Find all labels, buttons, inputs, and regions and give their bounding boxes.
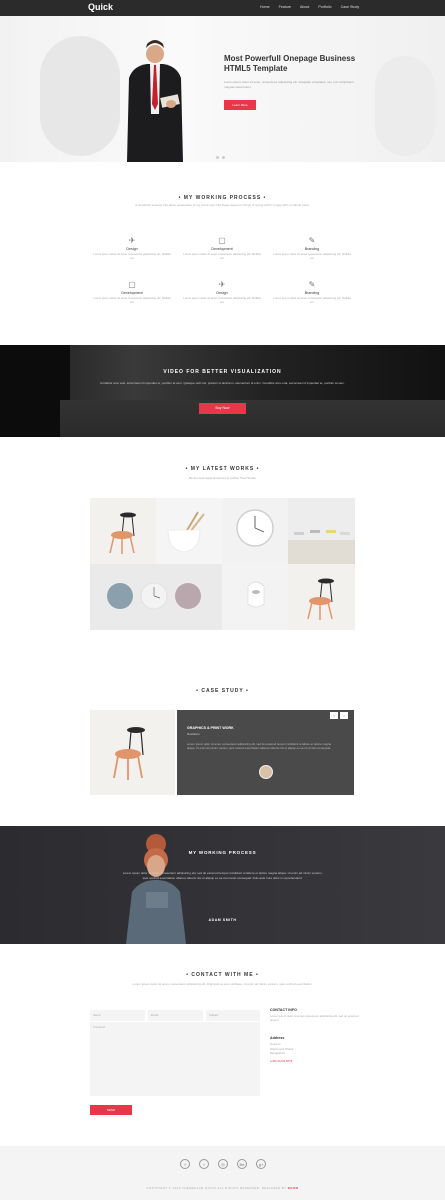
process-item-title: Branding bbox=[304, 291, 320, 295]
case-study-text: Lorem ipsum dolor sit amet, consectetur … bbox=[187, 742, 331, 751]
works-section-title: • MY LATEST WORKS • bbox=[185, 466, 260, 472]
portfolio-item[interactable] bbox=[288, 498, 355, 564]
testimonial-text: Lorem ipsum dolor sit amet, consectetur … bbox=[122, 871, 323, 880]
prev-arrow-icon[interactable]: ‹ bbox=[330, 712, 338, 719]
portfolio-item[interactable] bbox=[222, 564, 288, 630]
process-item: ✎ Branding Lorem ipsum dolor sit amet co… bbox=[272, 236, 352, 260]
case-study-card: ‹ › GRAPHICS & PRINT WORK Illustration L… bbox=[177, 710, 354, 795]
nav-item-home[interactable]: Home bbox=[260, 5, 270, 9]
twitter-icon[interactable]: t bbox=[199, 1159, 209, 1169]
portfolio-item[interactable] bbox=[90, 564, 222, 630]
dribbble-icon[interactable]: ◎ bbox=[218, 1159, 228, 1169]
next-arrow-icon[interactable]: › bbox=[340, 712, 348, 719]
hero-title: Most Powerfull Onepage Business HTML5 Te… bbox=[224, 54, 356, 73]
process-item-title: Branding bbox=[304, 247, 320, 251]
portfolio-item[interactable] bbox=[288, 564, 355, 630]
document-icon: ▢ bbox=[218, 236, 226, 245]
portfolio-item[interactable] bbox=[90, 498, 156, 564]
name-field[interactable]: Name bbox=[90, 1010, 145, 1021]
case-study-image bbox=[90, 710, 175, 795]
process-item: ▢ Development Lorem ipsum dolor sit amet… bbox=[92, 280, 172, 304]
process-item: ✎ Branding Lorem ipsum dolor sit amet co… bbox=[272, 280, 352, 304]
process-section-title: • MY WORKING PROCESS • bbox=[178, 195, 267, 201]
case-study-category: Illustration bbox=[187, 732, 200, 736]
hero-section: Most Powerfull Onepage Business HTML5 Te… bbox=[0, 16, 445, 162]
document-icon: ▢ bbox=[128, 280, 136, 289]
process-item-desc: Lorem ipsum dolor sit amet consectetur a… bbox=[273, 252, 351, 260]
contact-section-title: • CONTACT WITH ME • bbox=[186, 972, 259, 978]
phone-number[interactable]: (+88) 01234 5678 bbox=[270, 1059, 360, 1063]
facebook-icon[interactable]: f bbox=[180, 1159, 190, 1169]
video-background-desk bbox=[60, 400, 445, 437]
case-section-title: • CASE STUDY • bbox=[196, 688, 249, 694]
contact-section-subtitle: Lorem ipsum dolor sit amet, consectetur … bbox=[132, 982, 313, 986]
footer: f t ◎ Be g+ COPYRIGHT © 2016 THEMEFACE Q… bbox=[0, 1146, 445, 1200]
video-text: Curabitur arcu erat, accumsan id imperdi… bbox=[100, 381, 345, 385]
footer-brand-link[interactable]: BOOM bbox=[288, 1186, 299, 1190]
nav-item-case-study[interactable]: Case Study bbox=[341, 5, 360, 9]
buy-now-button[interactable]: Buy Now bbox=[199, 403, 246, 414]
behance-icon[interactable]: Be bbox=[237, 1159, 247, 1169]
testimonial-section: MY WORKING PROCESS Lorem ipsum dolor sit… bbox=[0, 826, 445, 944]
nav-item-feature[interactable]: Feature bbox=[279, 5, 291, 9]
contact-info-text: Lorem ipsum dolor sit amet consectetur a… bbox=[270, 1014, 359, 1023]
email-field[interactable]: Email bbox=[148, 1010, 203, 1021]
hero-slider-dots[interactable] bbox=[216, 156, 225, 159]
nav-menu: Home Feature About Portfolio Case Study bbox=[260, 5, 359, 9]
process-item-desc: Lorem ipsum dolor sit amet consectetur a… bbox=[93, 252, 171, 260]
subject-field[interactable]: Subject bbox=[206, 1010, 260, 1021]
top-navbar: Quick Home Feature About Portfolio Case … bbox=[0, 0, 445, 16]
hero-background-figure bbox=[40, 36, 120, 156]
portfolio-item[interactable] bbox=[156, 498, 222, 564]
portfolio-grid bbox=[90, 498, 355, 630]
pencil-icon: ✎ bbox=[308, 280, 316, 289]
testimonial-background-image bbox=[126, 834, 186, 944]
address-title: Address bbox=[270, 1036, 285, 1041]
rocket-icon: ✈ bbox=[128, 236, 136, 245]
process-item-title: Development bbox=[211, 247, 233, 251]
video-title: VIDEO FOR BETTER VISUALIZATION bbox=[163, 369, 282, 375]
hero-text: Lorem ipsum dolor sit amet, consectetur … bbox=[224, 80, 354, 89]
process-item-desc: Lorem ipsum dolor sit amet consectetur a… bbox=[93, 296, 171, 304]
avatar bbox=[259, 765, 273, 779]
hero-background-figure bbox=[375, 56, 435, 156]
hero-learn-more-button[interactable]: Learn More bbox=[224, 100, 256, 110]
message-textarea[interactable]: Comment bbox=[90, 1022, 260, 1096]
process-item-desc: Lorem ipsum dolor sit amet consectetur a… bbox=[183, 252, 261, 260]
nav-item-portfolio[interactable]: Portfolio bbox=[318, 5, 331, 9]
process-item-desc: Lorem ipsum dolor sit amet consectetur a… bbox=[273, 296, 351, 304]
process-item-desc: Lorem ipsum dolor sit amet consectetur a… bbox=[183, 296, 261, 304]
case-study-title: GRAPHICS & PRINT WORK bbox=[187, 726, 234, 730]
address-line: Bangladesh bbox=[270, 1050, 285, 1055]
process-item: ▢ Development Lorem ipsum dolor sit amet… bbox=[182, 236, 262, 260]
send-button[interactable]: SEND bbox=[90, 1105, 132, 1115]
portfolio-item[interactable] bbox=[222, 498, 288, 564]
copyright-label: COPYRIGHT © 2016 THEMEFACE QUICK ALL RIG… bbox=[146, 1186, 287, 1190]
process-item-title: Development bbox=[121, 291, 143, 295]
copyright-text: COPYRIGHT © 2016 THEMEFACE QUICK ALL RIG… bbox=[0, 1186, 445, 1190]
contact-info-title: CONTACT INFO bbox=[270, 1008, 297, 1012]
process-item: ✈ Design Lorem ipsum dolor sit amet cons… bbox=[182, 280, 262, 304]
testimonial-title: MY WORKING PROCESS bbox=[188, 850, 257, 855]
video-section: VIDEO FOR BETTER VISUALIZATION Curabitur… bbox=[0, 345, 445, 437]
process-section-subtitle: A wonderful serenity has taken possessio… bbox=[135, 203, 310, 207]
nav-item-about[interactable]: About bbox=[300, 5, 309, 9]
case-slider-arrows: ‹ › bbox=[330, 712, 348, 719]
rocket-icon: ✈ bbox=[218, 280, 226, 289]
works-section-subtitle: Be the best Apple Experience! Gather Pix… bbox=[189, 476, 256, 480]
process-item-title: Design bbox=[126, 247, 138, 251]
process-item-title: Design bbox=[216, 291, 228, 295]
pencil-icon: ✎ bbox=[308, 236, 316, 245]
testimonial-author: ADAM SMITH bbox=[208, 918, 237, 922]
site-logo[interactable]: Quick bbox=[88, 2, 113, 12]
contact-info: CONTACT INFO Lorem ipsum dolor sit amet … bbox=[270, 1008, 360, 1063]
google-plus-icon[interactable]: g+ bbox=[256, 1159, 266, 1169]
process-item: ✈ Design Lorem ipsum dolor sit amet cons… bbox=[92, 236, 172, 260]
hero-businessman-image bbox=[127, 40, 183, 162]
